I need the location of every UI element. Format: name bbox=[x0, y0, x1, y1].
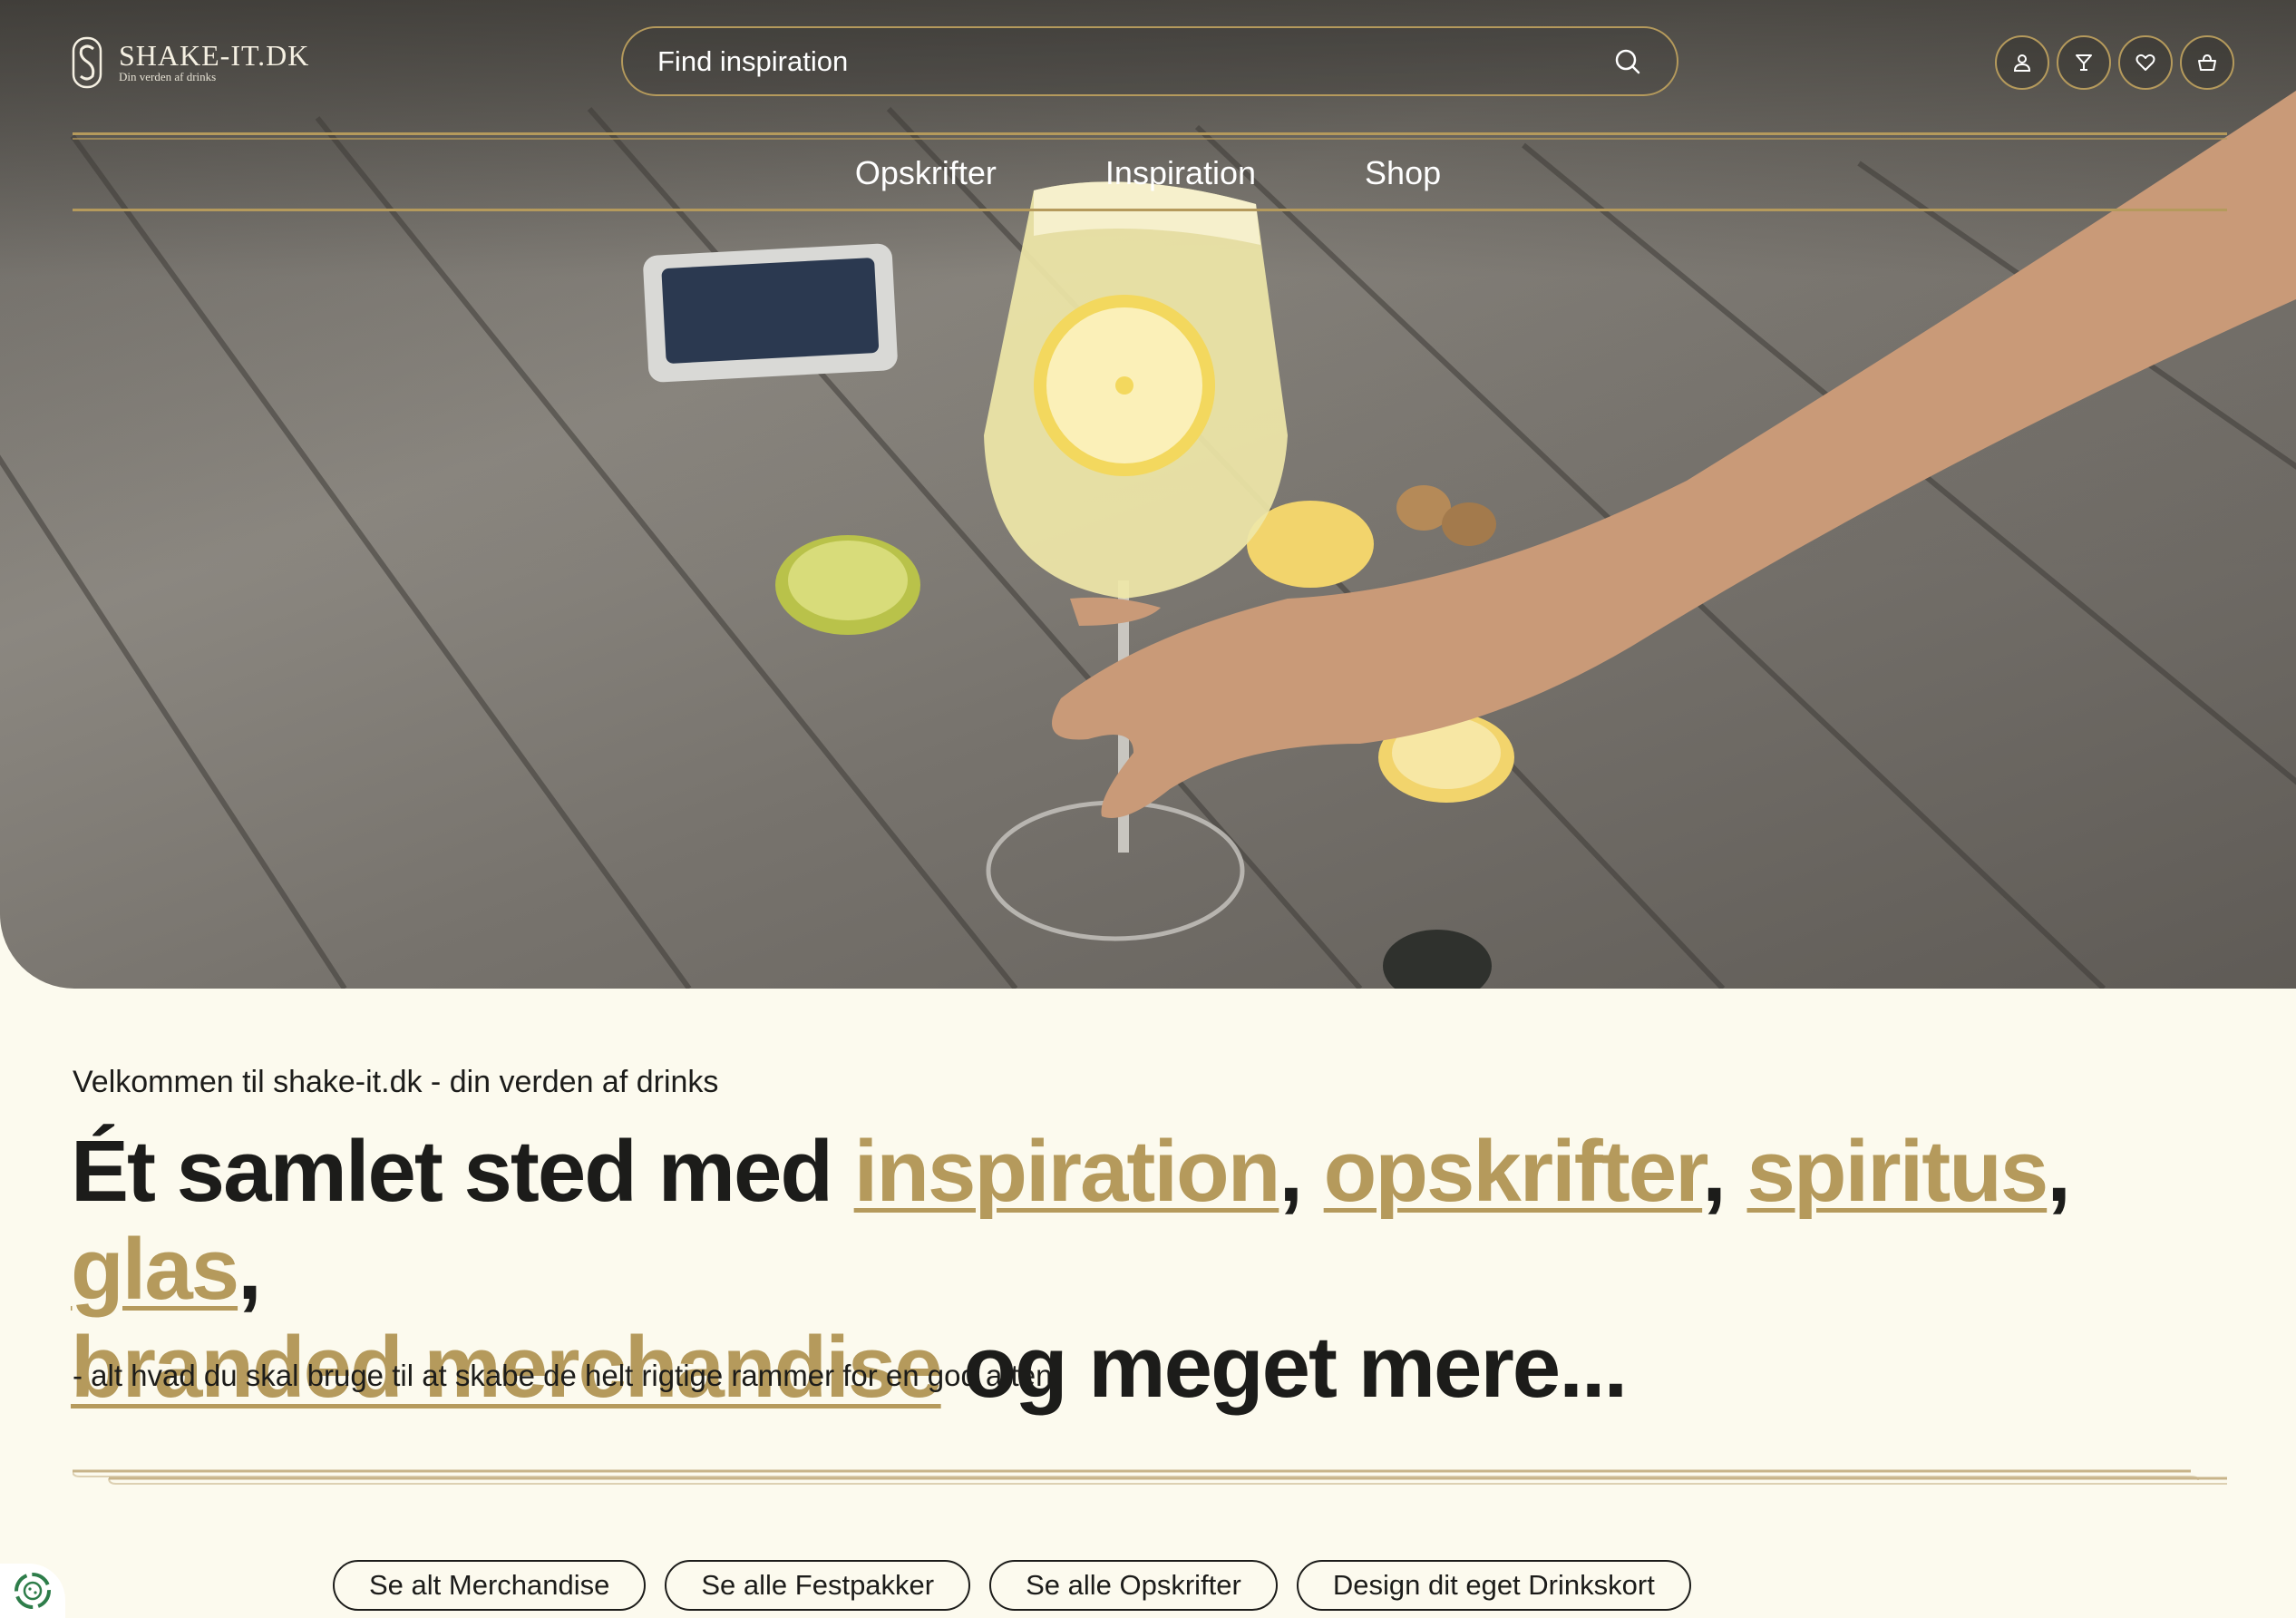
main-nav: Opskrifter Inspiration Shop bbox=[0, 154, 2296, 192]
separator: , bbox=[1279, 1123, 1324, 1220]
link-spiritus[interactable]: spiritus bbox=[1747, 1123, 2049, 1220]
cookie-settings-button[interactable] bbox=[0, 1564, 65, 1618]
welcome-text: Velkommen til shake-it.dk - din verden a… bbox=[73, 1065, 719, 1099]
brand-tagline: Din verden af drinks bbox=[119, 70, 217, 83]
search-icon[interactable] bbox=[1613, 47, 1642, 76]
category-buttons: Se alt Merchandise Se alle Festpakker Se… bbox=[333, 1560, 1691, 1611]
brand-name: SHAKE-IT.DK bbox=[119, 39, 310, 72]
nav-item-shop[interactable]: Shop bbox=[1365, 154, 1441, 192]
header-actions bbox=[1995, 35, 2234, 90]
separator: , bbox=[238, 1221, 262, 1318]
hero-banner: SHAKE-IT.DK Din verden af drinks Find in… bbox=[0, 0, 2296, 989]
section-divider bbox=[73, 1469, 2227, 1485]
nav-border-top bbox=[73, 132, 2227, 135]
headline-prefix: Ét samlet sted med bbox=[71, 1123, 854, 1220]
favorites-button[interactable] bbox=[2118, 35, 2173, 90]
cocktail-glass-icon bbox=[2076, 54, 2092, 71]
see-all-party-packs-button[interactable]: Se alle Festpakker bbox=[665, 1560, 971, 1611]
design-drinks-menu-button[interactable]: Design dit eget Drinkskort bbox=[1296, 1560, 1691, 1611]
link-inspiration[interactable]: inspiration bbox=[854, 1123, 1281, 1220]
link-glas[interactable]: glas bbox=[71, 1221, 239, 1318]
basket-icon bbox=[2198, 54, 2216, 71]
see-all-recipes-button[interactable]: Se alle Opskrifter bbox=[989, 1560, 1278, 1611]
logo-mark-icon bbox=[72, 36, 102, 89]
separator: , bbox=[1702, 1123, 1747, 1220]
intro-subtext: - alt hvad du skal bruge til at skabe de… bbox=[73, 1359, 1061, 1392]
nav-border-top-inner bbox=[73, 138, 2227, 140]
drinks-button[interactable] bbox=[2057, 35, 2111, 90]
separator: , bbox=[2047, 1123, 2071, 1220]
cart-button[interactable] bbox=[2180, 35, 2234, 90]
link-opskrifter[interactable]: opskrifter bbox=[1324, 1123, 1704, 1220]
nav-border-bottom bbox=[73, 209, 2227, 211]
search-bar[interactable] bbox=[621, 26, 1678, 96]
nav-item-opskrifter[interactable]: Opskrifter bbox=[855, 154, 997, 192]
nav-item-inspiration[interactable]: Inspiration bbox=[1105, 154, 1256, 192]
account-button[interactable] bbox=[1995, 35, 2049, 90]
user-icon bbox=[2013, 54, 2031, 72]
search-input[interactable] bbox=[657, 44, 1613, 78]
see-all-merchandise-button[interactable]: Se alt Merchandise bbox=[333, 1560, 647, 1611]
heart-icon bbox=[2135, 54, 2155, 71]
hero-image bbox=[0, 91, 2296, 989]
brand-logo[interactable]: SHAKE-IT.DK Din verden af drinks bbox=[72, 36, 309, 89]
cookie-icon bbox=[15, 1573, 51, 1609]
